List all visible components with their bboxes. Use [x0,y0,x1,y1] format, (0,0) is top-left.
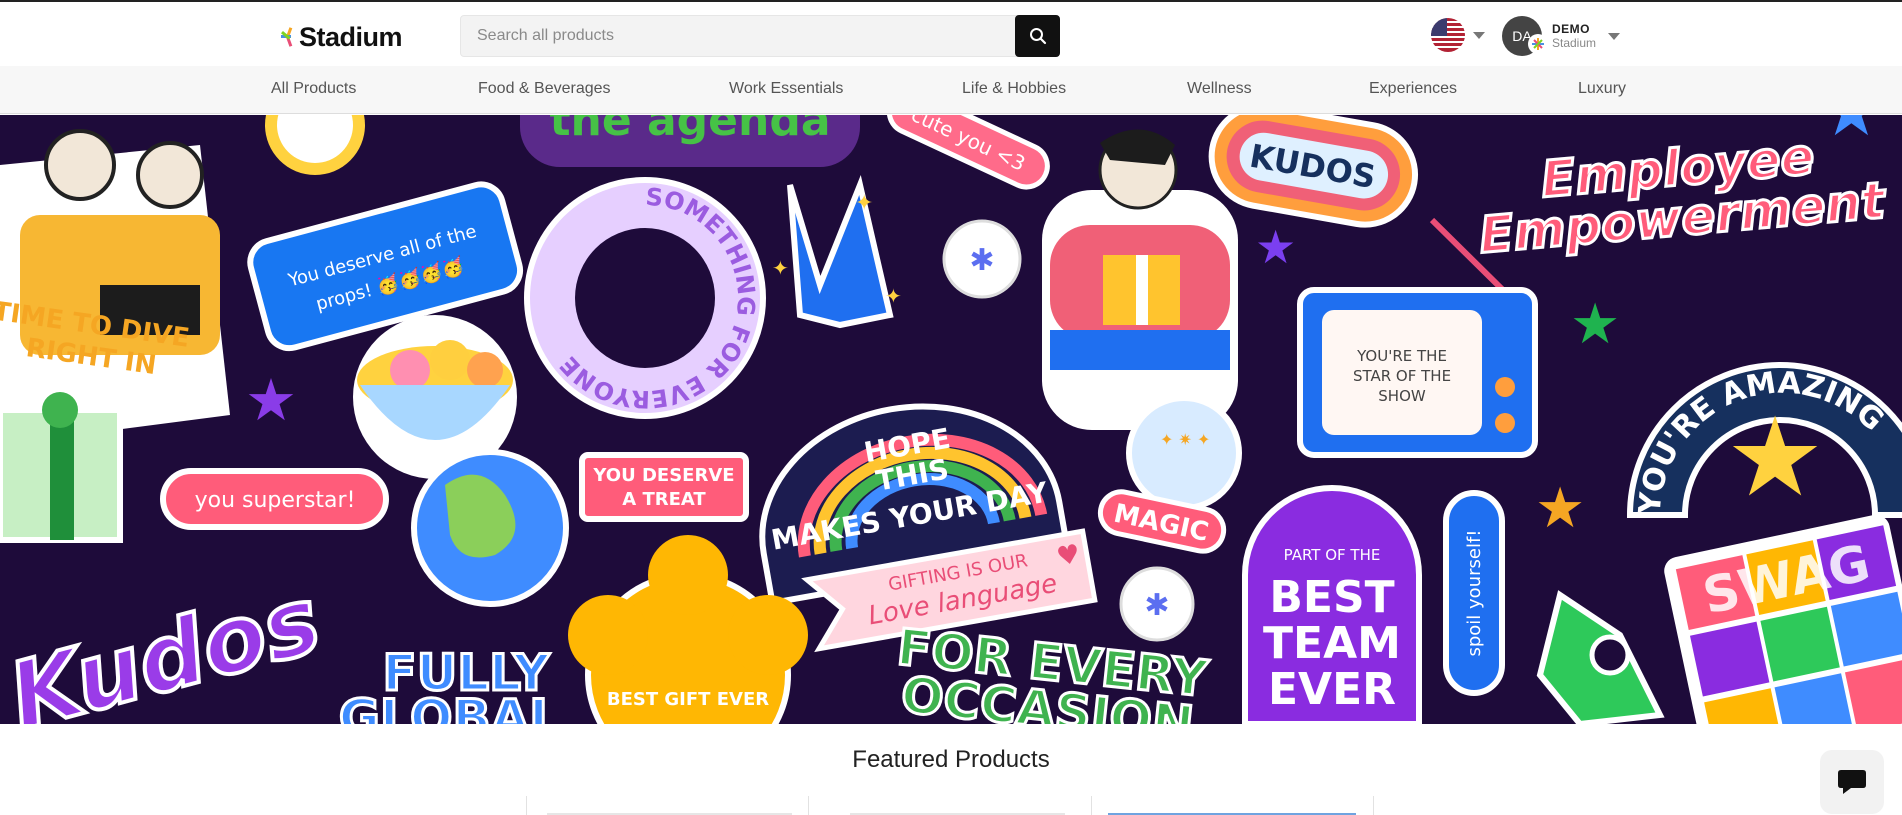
star-sticker: ★ [1255,220,1296,274]
sticker-gift [0,392,123,543]
nav-item-work-essentials[interactable]: Work Essentials [729,80,843,98]
svg-text:✦: ✦ [885,284,902,308]
stadium-badge-icon [1528,34,1548,54]
top-header: Stadium DA [0,0,1902,66]
star-sticker: ★ [1570,292,1620,357]
svg-text:STAR OF THE: STAR OF THE [1353,367,1451,385]
svg-text:A TREAT: A TREAT [622,489,706,510]
svg-text:EVER: EVER [1268,664,1396,715]
sticker-kudos-big: Kudos [0,564,333,724]
product-card-divider [1373,796,1374,815]
product-card-divider [1091,796,1092,815]
nav-item-all-products[interactable]: All Products [271,80,356,98]
us-flag-icon [1431,18,1465,52]
svg-text:✱: ✱ [1144,588,1169,623]
svg-text:PART OF THE: PART OF THE [1284,546,1381,564]
nav-item-life-hobbies[interactable]: Life & Hobbies [962,80,1066,98]
nav-item-wellness[interactable]: Wellness [1187,80,1252,98]
sticker-ok-hand [1536,590,1665,724]
nav-item-food-beverages[interactable]: Food & Beverages [478,80,611,98]
svg-text:GLOBAL: GLOBAL [339,689,561,724]
svg-text:★: ★ [1726,393,1825,521]
svg-text:spoil yourself!: spoil yourself! [1464,529,1485,656]
star-sticker: ★ [1535,476,1585,541]
category-nav: All Products Food & Beverages Work Essen… [0,66,1902,114]
chat-icon [1838,770,1866,794]
sticker-logo-mid: ✱ [942,219,1022,299]
svg-text:you superstar!: you superstar! [195,488,356,513]
sticker-treat: YOU DESERVE A TREAT [579,452,749,522]
svg-text:YOU DESERVE: YOU DESERVE [592,465,734,486]
svg-text:YOU'RE THE: YOU'RE THE [1356,347,1447,365]
search-button[interactable] [1015,15,1060,57]
sticker-swag: SWAG [1664,514,1902,724]
language-selector[interactable] [1431,17,1487,53]
account-org: Stadium [1552,36,1597,50]
sticker-people: TIME TO DIVE RIGHT IN [0,129,230,445]
section-title: Featured Products [852,746,1050,773]
hero-banner[interactable]: the agenda cute you <3 ✱ ✱ TIME TO DIVE … [0,115,1902,724]
account-menu[interactable]: DA DEMO Stadium [1502,15,1622,57]
nav-item-experiences[interactable]: Experiences [1369,80,1457,98]
chevron-down-icon [1473,31,1485,39]
svg-text:BEST GIFT EVER: BEST GIFT EVER [607,689,769,710]
svg-text:SHOW: SHOW [1378,387,1426,405]
svg-text:✦ ✷ ✦: ✦ ✷ ✦ [1160,430,1210,449]
product-card-divider [808,796,809,815]
featured-section: Featured Products [0,724,1902,815]
sticker-best-team: PART OF THE BEST TEAM EVER [1242,485,1422,724]
sticker-fully-global: FULLY GLOBAL [337,643,562,725]
svg-text:✦: ✦ [855,191,873,216]
sticker-props: You deserve all of the props! 🥳🥳🥳🥳 [247,181,524,352]
chat-button[interactable] [1820,750,1884,814]
sticker-peace-hand: ✦ ✦ ✦ [772,174,902,329]
sticker-collage: the agenda cute you <3 ✱ ✱ TIME TO DIVE … [0,115,1902,724]
account-text: DEMO Stadium [1552,22,1596,50]
sticker-kudos-top: KUDOS [1208,115,1419,228]
stadium-logo-icon [279,24,295,50]
svg-text:Kudos: Kudos [0,566,331,724]
sticker-agenda: the agenda [520,115,860,167]
search-input[interactable] [477,16,1017,56]
svg-text:BEST: BEST [1269,572,1394,623]
search-icon [1029,28,1046,45]
search-bar [460,15,1060,57]
sticker-amazing: YOU'RE AMAZING ★ [1626,362,1902,521]
svg-text:the agenda: the agenda [549,115,830,146]
sticker-spoil: spoil yourself! [1443,490,1505,696]
sticker-something: SOMETHING FOR EVERYONE [524,177,766,419]
sticker-person-gift [1042,129,1238,430]
nav-item-luxury[interactable]: Luxury [1578,80,1626,98]
logo-text: Stadium [299,21,403,52]
svg-text:✱: ✱ [969,243,994,278]
star-sticker: ★ [245,366,297,434]
svg-text:✦: ✦ [772,256,789,280]
sticker-globe [411,449,569,607]
sticker-logo-top [265,115,365,175]
account-name: DEMO [1552,22,1590,36]
sticker-superstar: you superstar! [160,468,389,530]
product-card-divider [526,796,527,815]
star-sticker: ★ [1820,115,1883,152]
chevron-down-icon [1608,32,1621,40]
sticker-cute: cute you <3 [886,115,1050,190]
stadium-logo[interactable]: Stadium [279,20,403,54]
avatar: DA [1502,16,1548,56]
svg-text:TEAM: TEAM [1263,618,1401,669]
sticker-logo-low: ✱ [1119,566,1195,642]
